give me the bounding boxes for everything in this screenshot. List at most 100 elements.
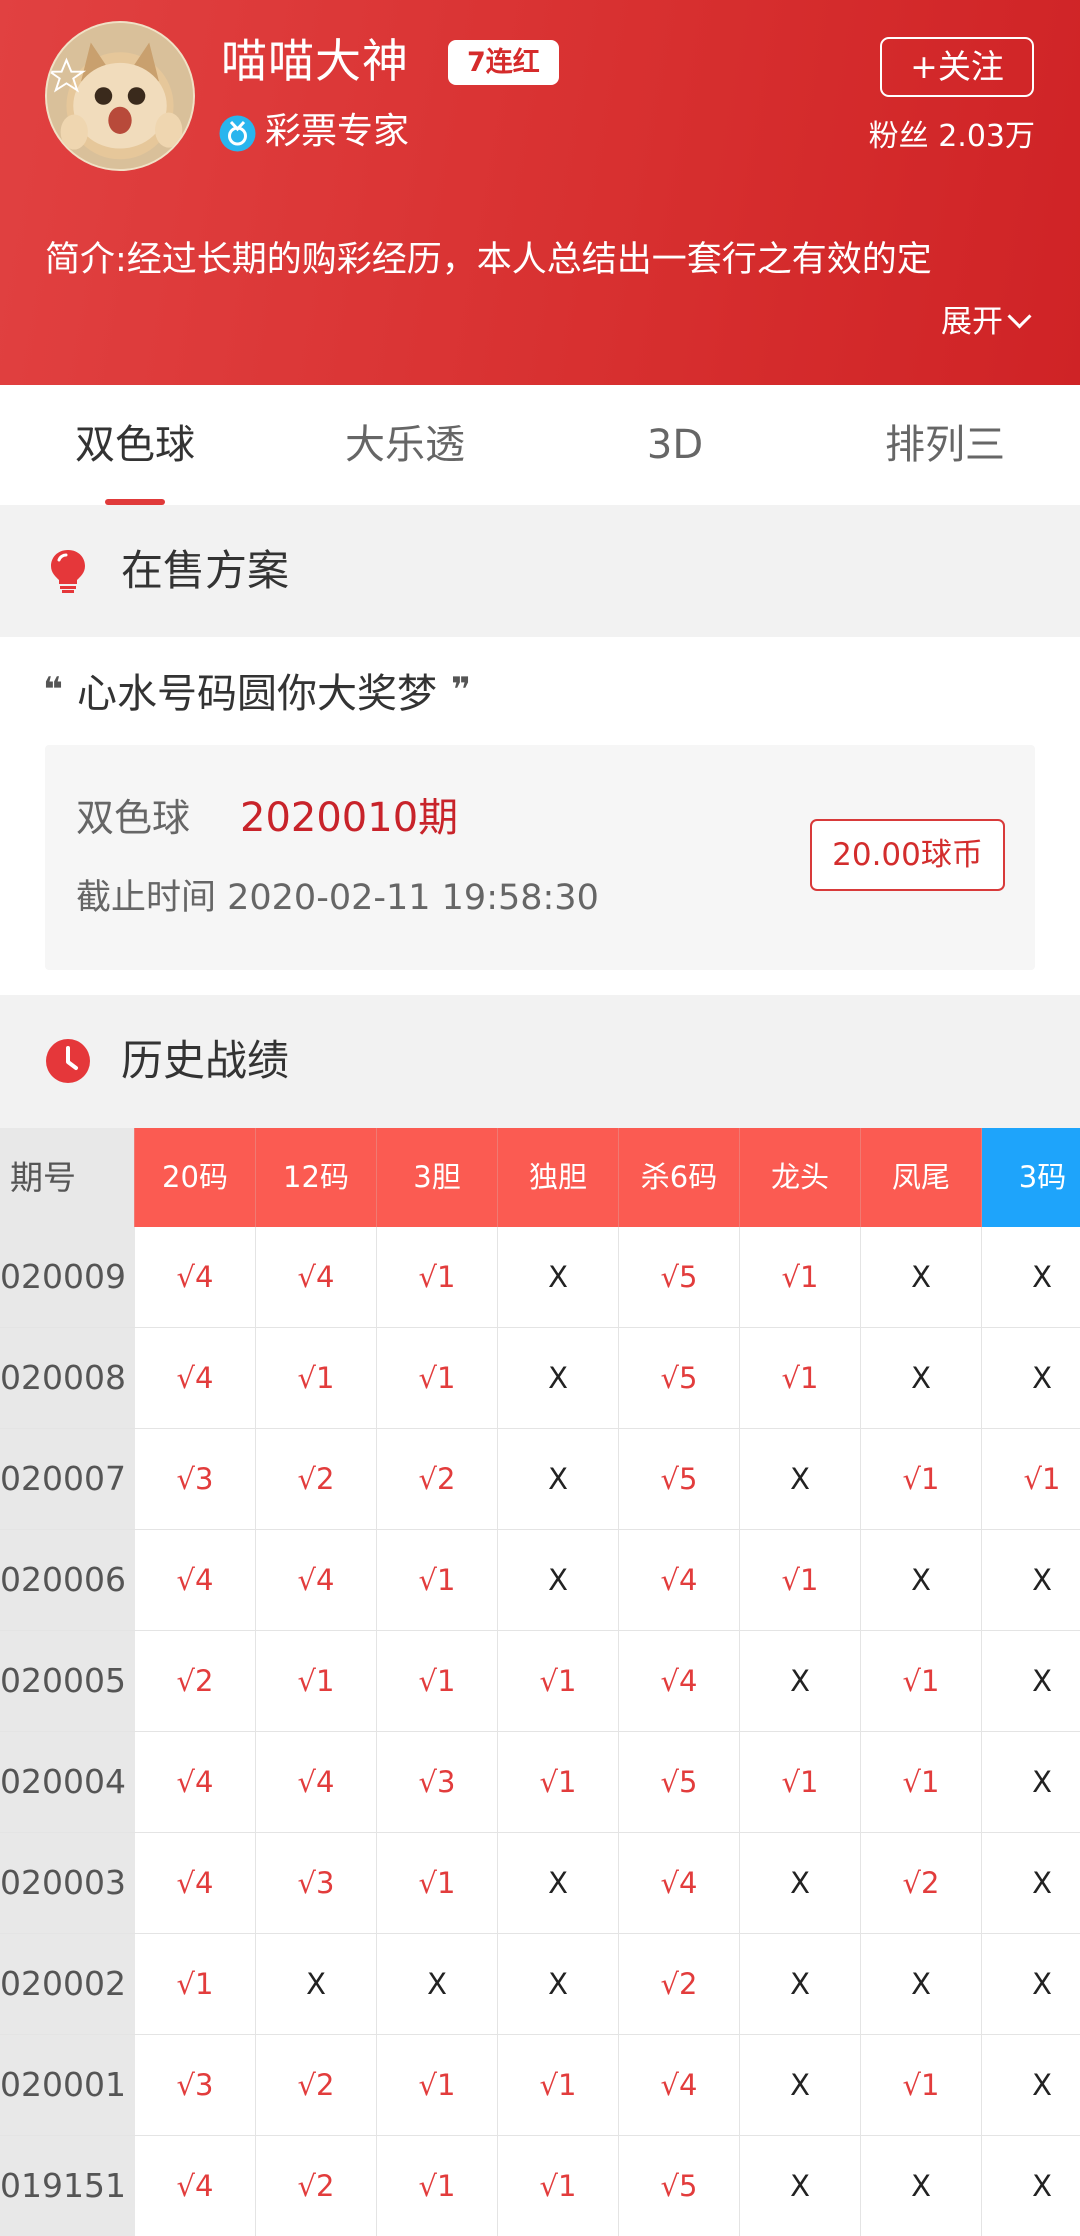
- plan-section: ❝ 心水号码圆你大奖梦 ❞ 双色球 2020010期 截止时间 2020-02-11…: [0, 637, 1080, 995]
- result-cell: X: [982, 1631, 1080, 1732]
- result-cell: X: [256, 1934, 377, 2035]
- chevron-down-icon: [1007, 304, 1032, 329]
- plan-slogan: 心水号码圆你大奖梦: [76, 671, 437, 717]
- result-cell: √1: [861, 2035, 982, 2136]
- result-cell: √5: [619, 1732, 740, 1833]
- open-quote-icon: ❝: [43, 670, 63, 710]
- result-cell: √1: [498, 1732, 619, 1833]
- result-cell: √4: [135, 1732, 256, 1833]
- on-sale-section-header: 在售方案: [0, 505, 1080, 637]
- table-row: 020003 √4 √3 √1 X √4 X √2 X: [0, 1833, 1080, 1934]
- header-3-codes: 3码: [982, 1128, 1080, 1227]
- avatar[interactable]: [45, 21, 195, 171]
- result-cell: √4: [135, 1833, 256, 1934]
- result-cell: √1: [740, 1530, 861, 1631]
- issue-cell: 020006: [0, 1530, 135, 1631]
- result-cell: √1: [861, 1732, 982, 1833]
- result-cell: √1: [377, 1833, 498, 1934]
- tab-shuangseqiu[interactable]: 双色球: [0, 385, 270, 505]
- issue-cell: 020008: [0, 1328, 135, 1429]
- header-3-bankers: 3胆: [377, 1128, 498, 1227]
- result-cell: √2: [256, 2035, 377, 2136]
- result-cell: √4: [256, 1530, 377, 1631]
- issue-cell: 019151: [0, 2136, 135, 2236]
- result-cell: √3: [135, 1429, 256, 1530]
- result-cell: √1: [377, 2035, 498, 2136]
- result-cell: √2: [256, 1429, 377, 1530]
- result-cell: X: [982, 1934, 1080, 2035]
- plan-deadline: 截止时间 2020-02-11 19:58:30: [76, 878, 599, 918]
- history-title: 历史战绩: [121, 1036, 290, 1085]
- header-12-codes: 12码: [256, 1128, 377, 1227]
- result-cell: X: [498, 1328, 619, 1429]
- plan-card[interactable]: 双色球 2020010期 截止时间 2020-02-11 19:58:30 20…: [45, 745, 1035, 970]
- result-cell: X: [498, 1429, 619, 1530]
- result-cell: √1: [256, 1328, 377, 1429]
- result-cell: X: [740, 1833, 861, 1934]
- result-cell: X: [982, 1833, 1080, 1934]
- header-20-codes: 20码: [135, 1128, 256, 1227]
- result-cell: √1: [498, 2035, 619, 2136]
- result-cell: X: [861, 1934, 982, 2035]
- result-cell: √1: [982, 1429, 1080, 1530]
- result-cell: √3: [377, 1732, 498, 1833]
- medal-icon: [219, 115, 256, 152]
- result-cell: √5: [619, 2136, 740, 2236]
- result-cell: √4: [619, 1631, 740, 1732]
- result-cell: X: [740, 1631, 861, 1732]
- header-issue: 期号: [0, 1128, 135, 1227]
- header-last-ball: 凤尾: [861, 1128, 982, 1227]
- issue-cell: 020001: [0, 2035, 135, 2136]
- tab-pailiesan[interactable]: 排列三: [810, 385, 1080, 505]
- result-cell: √1: [135, 1934, 256, 2035]
- intro-text: 简介:经过长期的购彩经历，本人总结出一套行之有效的定: [45, 240, 932, 280]
- result-cell: √4: [135, 1227, 256, 1328]
- result-cell: √1: [740, 1227, 861, 1328]
- plan-lottery-name: 双色球: [76, 796, 191, 840]
- plan-slogan-row: ❝ 心水号码圆你大奖梦 ❞: [43, 659, 471, 729]
- result-cell: X: [982, 1227, 1080, 1328]
- table-row: 020006 √4 √4 √1 X √4 √1 X X: [0, 1530, 1080, 1631]
- history-table: 期号 20码 12码 3胆 独胆 杀6码 龙头 凤尾 3码 020009 √4 √4 √1 X √5 √1 X X…: [0, 1128, 1080, 2236]
- result-cell: √1: [861, 1429, 982, 1530]
- header-single-banker: 独胆: [498, 1128, 619, 1227]
- result-cell: X: [377, 1934, 498, 2035]
- expand-button[interactable]: 展开: [941, 298, 1032, 346]
- result-cell: √1: [740, 1732, 861, 1833]
- result-cell: √1: [377, 2136, 498, 2236]
- result-cell: √3: [256, 1833, 377, 1934]
- result-cell: √1: [861, 1631, 982, 1732]
- expert-title: 彩票专家: [265, 111, 410, 152]
- table-row: 020002 √1 X X X √2 X X X: [0, 1934, 1080, 2035]
- result-cell: X: [982, 1328, 1080, 1429]
- result-cell: X: [498, 1833, 619, 1934]
- result-cell: √5: [619, 1227, 740, 1328]
- result-cell: X: [861, 1530, 982, 1631]
- result-cell: X: [982, 2136, 1080, 2236]
- result-cell: √4: [619, 1833, 740, 1934]
- expert-header: 喵喵大神 7连红 彩票专家 +关注 粉丝 2.03万 简介:经过长期的购彩经历，…: [0, 0, 1080, 385]
- lottery-tabs: 双色球 大乐透 3D 排列三: [0, 385, 1080, 505]
- on-sale-title: 在售方案: [121, 546, 290, 595]
- tab-daletou[interactable]: 大乐透: [270, 385, 540, 505]
- result-cell: √3: [135, 2035, 256, 2136]
- issue-cell: 020007: [0, 1429, 135, 1530]
- expand-label: 展开: [941, 304, 1003, 340]
- result-cell: √2: [619, 1934, 740, 2035]
- result-cell: √5: [619, 1328, 740, 1429]
- history-section-header: 历史战绩: [0, 995, 1080, 1128]
- result-cell: √1: [377, 1631, 498, 1732]
- tab-3d[interactable]: 3D: [540, 385, 810, 505]
- issue-cell: 020004: [0, 1732, 135, 1833]
- table-row: 020009 √4 √4 √1 X √5 √1 X X: [0, 1227, 1080, 1328]
- price-button[interactable]: 20.00球币: [810, 819, 1005, 891]
- result-cell: √4: [135, 1328, 256, 1429]
- result-cell: √4: [256, 1732, 377, 1833]
- table-row: 020001 √3 √2 √1 √1 √4 X √1 X: [0, 2035, 1080, 2136]
- result-cell: √1: [377, 1530, 498, 1631]
- follow-button[interactable]: +关注: [880, 37, 1034, 97]
- expert-name: 喵喵大神: [221, 34, 409, 88]
- result-cell: √2: [135, 1631, 256, 1732]
- result-cell: √1: [498, 2136, 619, 2236]
- result-cell: X: [982, 1530, 1080, 1631]
